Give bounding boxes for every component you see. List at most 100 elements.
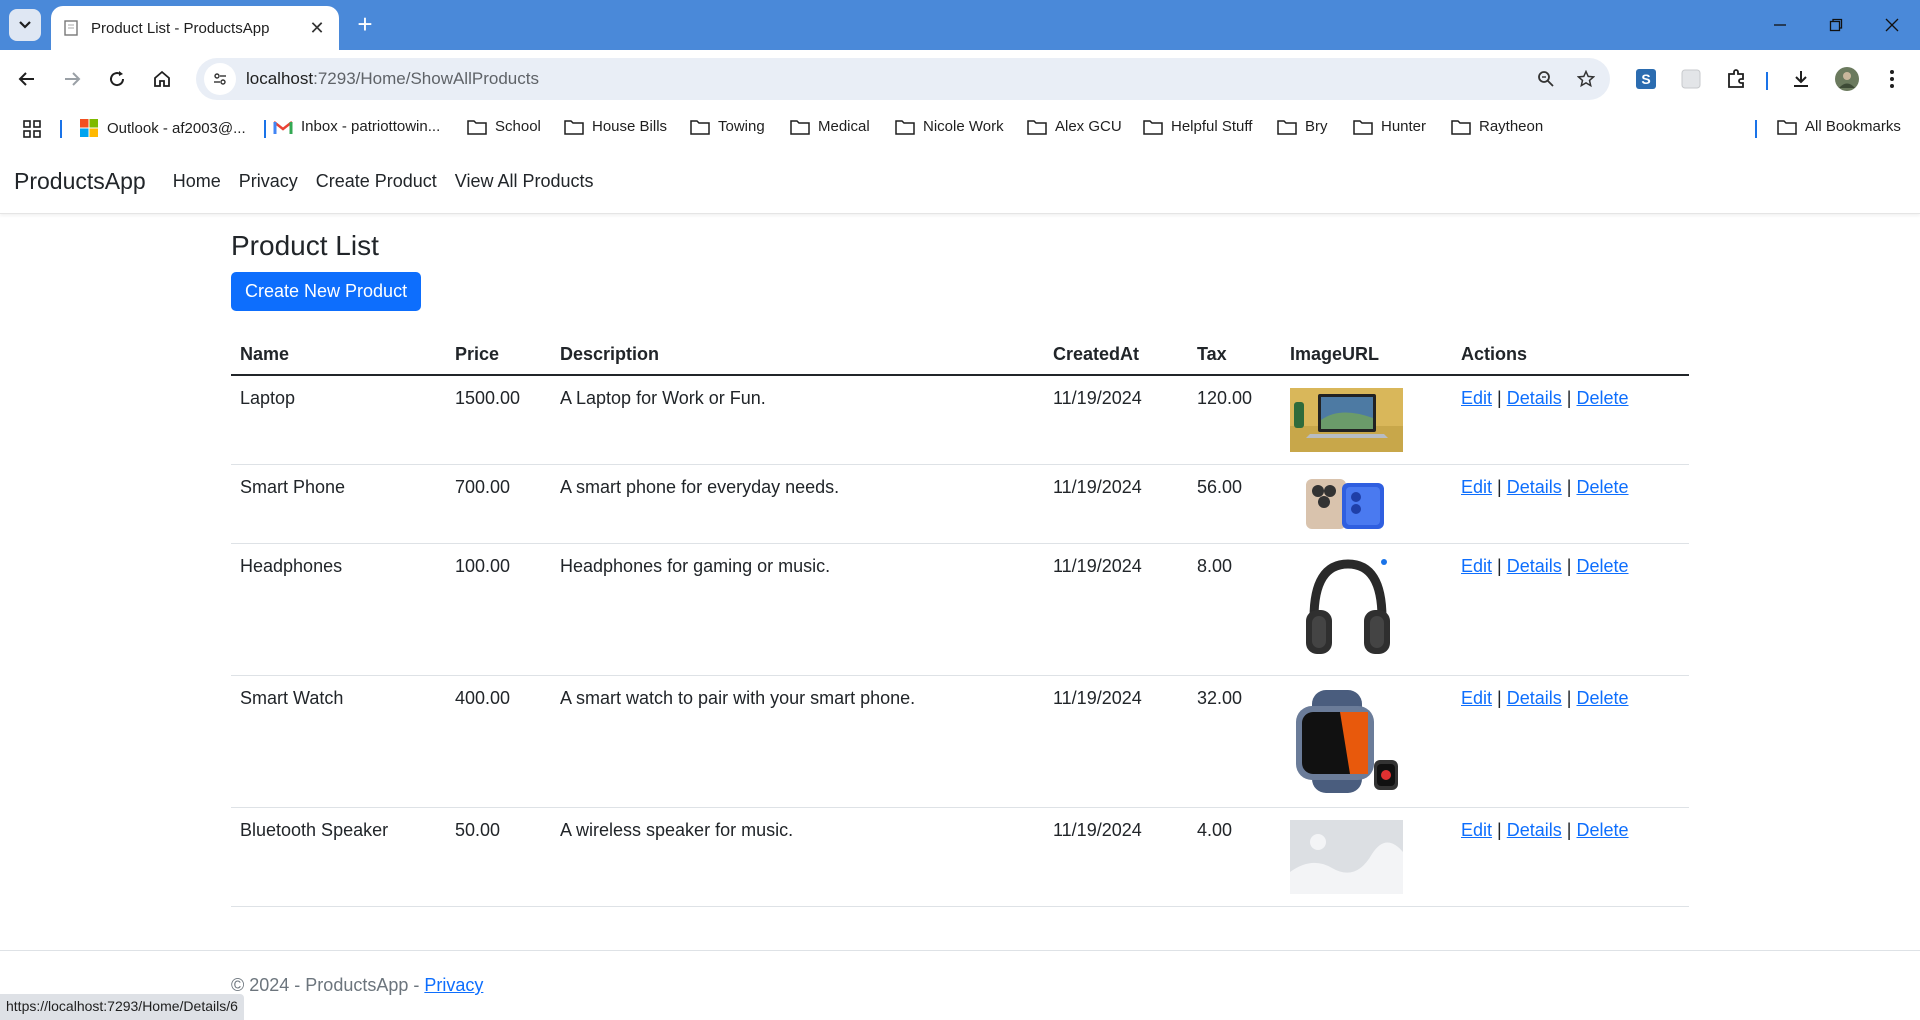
bookmarks-divider [60, 120, 62, 138]
cell-image [1281, 464, 1452, 544]
extensions-puzzle-icon[interactable] [1720, 63, 1752, 95]
bookmark-folder-hunter[interactable]: Hunter [1353, 118, 1426, 135]
delete-link[interactable]: Delete [1577, 388, 1629, 408]
bookmark-outlook[interactable]: Outlook - af2003@... [79, 118, 246, 138]
cell-description: A smart watch to pair with your smart ph… [551, 675, 1044, 808]
cell-description: Headphones for gaming or music. [551, 543, 1044, 676]
action-separator: | [1497, 556, 1502, 576]
home-button[interactable] [146, 63, 178, 95]
bookmark-label: School [495, 118, 541, 135]
delete-link[interactable]: Delete [1577, 688, 1629, 708]
details-link[interactable]: Details [1507, 688, 1562, 708]
folder-icon [1027, 119, 1047, 135]
column-header-createdat: CreatedAt [1044, 335, 1188, 376]
bookmark-label: Bry [1305, 118, 1328, 135]
table-row: Smart Watch 400.00 A smart watch to pair… [231, 675, 1689, 808]
bookmark-folder-towing[interactable]: Towing [690, 118, 765, 135]
extension-grey-icon[interactable] [1675, 63, 1707, 95]
apps-grid-icon[interactable] [22, 119, 42, 143]
page-footer: © 2024 - ProductsApp - Privacy [0, 950, 1920, 995]
folder-icon [1451, 119, 1471, 135]
arrow-left-icon [18, 72, 34, 86]
details-link[interactable]: Details [1507, 388, 1562, 408]
download-icon[interactable] [1785, 63, 1817, 95]
outlook-icon [80, 119, 98, 137]
cell-tax: 120.00 [1188, 375, 1281, 465]
forward-button[interactable] [56, 63, 88, 95]
table-row: Laptop 1500.00 A Laptop for Work or Fun.… [231, 375, 1689, 465]
details-link[interactable]: Details [1507, 477, 1562, 497]
create-new-product-button[interactable]: Create New Product [231, 272, 422, 311]
folder-icon [1353, 119, 1373, 135]
cell-created: 11/19/2024 [1044, 464, 1188, 544]
extension-s-icon[interactable]: S [1630, 63, 1662, 95]
menu-kebab-icon[interactable] [1876, 63, 1908, 95]
nav-privacy[interactable]: Privacy [239, 171, 298, 192]
bookmark-label: Helpful Stuff [1171, 118, 1253, 135]
bookmark-gmail[interactable]: Inbox - patriottowin... [273, 118, 440, 135]
minimize-icon [1774, 24, 1786, 26]
action-separator: | [1566, 688, 1572, 708]
close-tab-icon[interactable]: ✕ [307, 18, 327, 38]
new-tab-button[interactable]: + [352, 11, 378, 38]
reload-button[interactable] [101, 63, 133, 95]
edit-link[interactable]: Edit [1461, 556, 1492, 576]
toolbar-divider [1766, 72, 1768, 90]
edit-link[interactable]: Edit [1461, 477, 1492, 497]
all-bookmarks-folder[interactable]: All Bookmarks [1777, 118, 1901, 135]
bookmark-folder-nicole-work[interactable]: Nicole Work [895, 118, 1004, 135]
delete-link[interactable]: Delete [1577, 477, 1629, 497]
cell-name: Smart Phone [231, 464, 446, 544]
minimize-button[interactable] [1752, 0, 1808, 50]
edit-link[interactable]: Edit [1461, 820, 1492, 840]
cell-image [1281, 543, 1452, 676]
bookmark-folder-raytheon[interactable]: Raytheon [1451, 118, 1543, 135]
bookmarks-divider [264, 120, 266, 138]
bookmark-folder-bry[interactable]: Bry [1277, 118, 1328, 135]
details-link[interactable]: Details [1507, 556, 1562, 576]
cell-price: 700.00 [446, 464, 551, 544]
cell-name: Headphones [231, 543, 446, 676]
address-bar[interactable]: localhost:7293/Home/ShowAllProducts [196, 58, 1610, 100]
bookmark-folder-helpful-stuff[interactable]: Helpful Stuff [1143, 118, 1252, 135]
footer-privacy-link[interactable]: Privacy [424, 975, 483, 995]
bookmark-label: Inbox - patriottowin... [301, 118, 441, 135]
cell-actions: Edit | Details | Delete [1452, 375, 1689, 465]
bookmark-folder-medical[interactable]: Medical [790, 118, 870, 135]
browser-tab-active[interactable]: Product List - ProductsApp ✕ [51, 6, 339, 50]
cell-description: A Laptop for Work or Fun. [551, 375, 1044, 465]
cell-image [1281, 675, 1452, 808]
brand-link[interactable]: ProductsApp [14, 168, 146, 195]
tab-search-button[interactable] [9, 9, 41, 41]
zoom-icon[interactable] [1530, 63, 1562, 95]
action-separator: | [1497, 388, 1502, 408]
nav-create-product[interactable]: Create Product [316, 171, 437, 192]
bookmark-label: Hunter [1381, 118, 1427, 135]
table-row: Bluetooth Speaker 50.00 A wireless speak… [231, 807, 1689, 907]
profile-avatar[interactable] [1831, 63, 1863, 95]
site-info-button[interactable] [204, 63, 236, 95]
bookmark-label: Medical [818, 118, 870, 135]
action-separator: | [1566, 820, 1572, 840]
bookmark-star-icon[interactable] [1570, 63, 1602, 95]
cell-actions: Edit | Details | Delete [1452, 464, 1689, 544]
edit-link[interactable]: Edit [1461, 688, 1492, 708]
bookmark-folder-school[interactable]: School [467, 118, 541, 135]
bookmark-folder-house-bills[interactable]: House Bills [564, 118, 667, 135]
cell-image [1281, 807, 1452, 907]
nav-view-all-products[interactable]: View All Products [455, 171, 594, 192]
nav-home[interactable]: Home [173, 171, 221, 192]
restore-button[interactable] [1808, 0, 1864, 50]
close-icon [1885, 18, 1899, 32]
delete-link[interactable]: Delete [1577, 820, 1629, 840]
action-separator: | [1497, 477, 1502, 497]
smartwatch-image [1290, 688, 1403, 795]
edit-link[interactable]: Edit [1461, 388, 1492, 408]
details-link[interactable]: Details [1507, 820, 1562, 840]
bookmark-folder-alex-gcu[interactable]: Alex GCU [1027, 118, 1122, 135]
url-text[interactable]: localhost:7293/Home/ShowAllProducts [246, 69, 1530, 89]
close-window-button[interactable] [1864, 0, 1920, 50]
delete-link[interactable]: Delete [1577, 556, 1629, 576]
back-button[interactable] [11, 63, 43, 95]
bookmark-label: Nicole Work [923, 118, 1004, 135]
